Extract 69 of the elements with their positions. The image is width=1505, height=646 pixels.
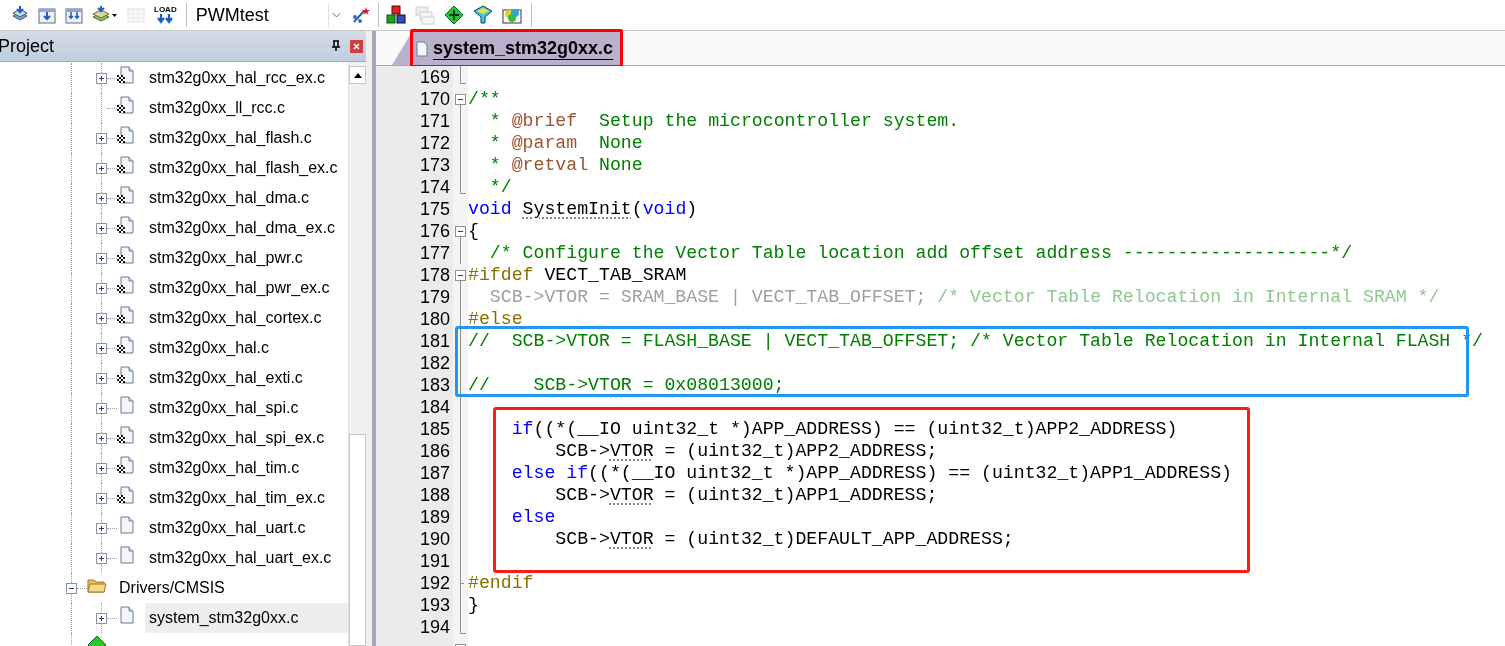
tree-item[interactable]: stm32g0xx_hal_pwr.c [145,243,307,273]
code-line: else [510,506,556,528]
line-number: 183 [419,374,450,396]
tree-item[interactable]: stm32g0xx_ll_rcc.c [145,93,290,123]
panel-title: Project [0,34,55,58]
code-line: SCB->VTOR = SRAM_BASE | VECT_TAB_OFFSET; /* Vector Table Relocation in Internal SRAM */ [488,286,1440,308]
tree-item[interactable]: stm32g0xx_hal_flash.c [145,123,316,153]
tree-item[interactable]: stm32g0xx_hal_dma.c [145,183,314,213]
tree-item[interactable]: stm32g0xx_hal_cortex.c [145,303,326,333]
code-line: if((*(__IO uint32_t *)APP_ADDRESS) == (uint32_t)APP2_ADDRESS) [510,418,1178,440]
line-number: 175 [419,198,450,220]
tree-item[interactable]: stm32g0xx_hal_spi_ex.c [145,423,329,453]
code-line: * @param None [488,132,643,154]
code-line: else if((*(__IO uint32_t *)APP_ADDRESS) == (uint32_t)APP1_ADDRESS) [510,462,1232,484]
load-button[interactable]: LOAD [151,2,180,28]
line-number: 170 [419,88,450,110]
tree-item[interactable]: stm32g0xx_hal_uart.c [145,513,310,543]
code-line: #else [468,308,523,330]
code-line: // SCB->VTOR = 0x08013000; [468,374,785,396]
line-number: 172 [419,132,450,154]
code-line: { [468,220,479,242]
line-number: 173 [419,154,450,176]
code-line: SCB->VTOR = (uint32_t)DEFAULT_APP_ADDRESS; [554,528,1014,550]
code-line: SCB->VTOR = (uint32_t)APP2_ADDRESS; [554,440,938,462]
tree-item[interactable]: Drivers/CMSIS [115,573,229,603]
line-number: 176 [419,220,450,242]
line-number: 180 [419,308,450,330]
code-line: } [468,594,479,616]
code-line: * @brief Setup the microcontroller system. [488,110,960,132]
line-number: 190 [419,528,450,550]
line-number: 188 [419,484,450,506]
line-number: 184 [419,396,450,418]
tree-item[interactable]: system_stm32g0xx.c [145,603,348,633]
editor-tab[interactable]: system_stm32g0xx.c [392,32,622,65]
line-number: 179 [419,286,450,308]
line-number: 185 [419,418,450,440]
line-number: 189 [419,506,450,528]
line-number: 177 [419,242,450,264]
tree-item[interactable]: stm32g0xx_hal_dma_ex.c [145,213,339,243]
tree-item[interactable]: stm32g0xx_hal_spi.c [145,393,303,423]
line-number: 191 [419,550,450,572]
line-number: 194 [419,616,450,638]
code-line: /** [468,88,501,110]
line-number: 171 [419,110,450,132]
line-number: 186 [419,440,450,462]
code-line: /* Configure the Vector Table location add offset address -------------------*/ [488,242,1353,264]
tree-item[interactable]: stm32g0xx_hal_tim.c [145,453,304,483]
code-line: SCB->VTOR = (uint32_t)APP1_ADDRESS; [554,484,938,506]
code-line: void SystemInit(void) [468,198,698,220]
tree-item[interactable]: stm32g0xx_hal_pwr_ex.c [145,273,334,303]
line-number: 174 [419,176,450,198]
line-number: 169 [419,66,450,88]
line-number: 187 [419,462,450,484]
code-line: #endif [468,572,534,594]
tree-item[interactable]: stm32g0xx_hal_tim_ex.c [145,483,330,513]
line-number: 182 [419,352,450,374]
target-select[interactable]: PWMtest [190,2,346,28]
tree-item[interactable]: stm32g0xx_hal_exti.c [145,363,307,393]
line-number: 178 [419,264,450,286]
line-number: 193 [419,594,450,616]
tree-item[interactable]: stm32g0xx_hal.c [145,333,274,363]
tree-item[interactable]: stm32g0xx_hal_uart_ex.c [145,543,336,573]
line-number: 181 [419,330,450,352]
line-number: 192 [419,572,450,594]
tree-item[interactable]: stm32g0xx_hal_flash_ex.c [145,153,342,183]
code-line: #ifdef VECT_TAB_SRAM [468,264,687,286]
code-line: * @retval None [488,154,643,176]
tree-item[interactable]: stm32g0xx_hal_rcc_ex.c [145,63,330,93]
code-line: */ [488,176,512,198]
